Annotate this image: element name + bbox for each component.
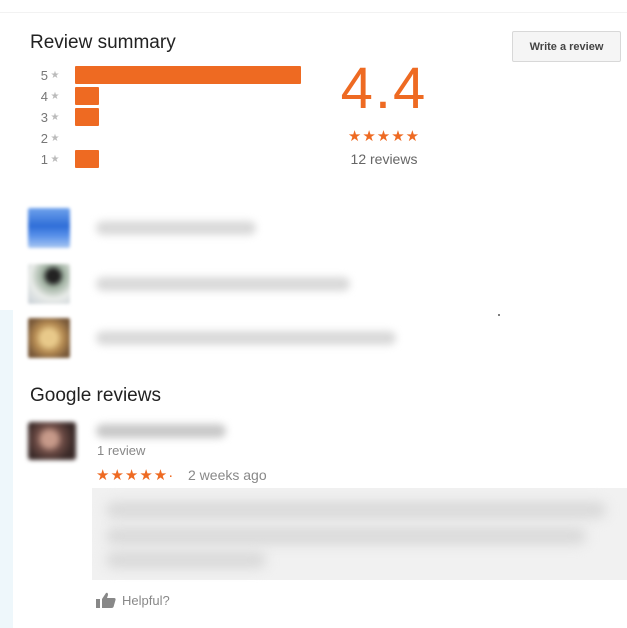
review-text-line (106, 552, 266, 568)
histogram-bar (75, 66, 301, 84)
reviewer-photo-icon (28, 264, 70, 304)
review-date: 2 weeks ago (188, 467, 267, 483)
histogram-star-count: 2 (40, 130, 48, 146)
top-divider (0, 0, 627, 13)
review-snippet[interactable] (28, 264, 350, 304)
snippet-text-blurred (96, 277, 350, 291)
review-text-line (106, 528, 586, 544)
review-text-line (106, 502, 606, 518)
histogram-row-4[interactable]: 4 ★ (38, 86, 99, 106)
review-summary-title: Review summary (30, 32, 176, 53)
histogram-star-count: 3 (40, 109, 48, 125)
average-rating-stars: ★★★★★ (347, 128, 421, 145)
histogram-star-count: 5 (40, 67, 48, 83)
reviewer-review-count: 1 review (97, 443, 146, 458)
star-icon: ★ (50, 69, 60, 81)
reviewer-photo-icon (28, 208, 70, 248)
histogram-star-count: 1 (40, 151, 48, 167)
reviewer-avatar[interactable] (28, 422, 76, 460)
histogram-star-count: 4 (40, 88, 48, 104)
star-icon: ★ (50, 153, 60, 165)
average-rating: 4.4 (340, 56, 428, 121)
snippet-text-blurred (96, 331, 396, 345)
histogram-row-2[interactable]: 2 ★ (38, 128, 75, 148)
histogram-row-1[interactable]: 1 ★ (38, 149, 99, 169)
histogram-bar (75, 150, 99, 168)
reviewer-photo-icon (28, 318, 70, 358)
thumbs-up-icon (96, 592, 116, 608)
star-icon: ★ (50, 90, 60, 102)
review-snippet[interactable] (28, 318, 396, 358)
page: Review summary Write a review 5 ★ 4 ★ 3 ★ 2 ★ 1 ★… (0, 0, 627, 628)
review-text-blurred (92, 488, 627, 580)
star-icon: ★ (50, 111, 60, 123)
stray-dot (498, 314, 500, 316)
helpful-label: Helpful? (122, 592, 170, 608)
google-reviews-title: Google reviews (30, 385, 161, 406)
left-edge-panel (0, 310, 13, 628)
star-icon: ★ (50, 132, 60, 144)
histogram-row-3[interactable]: 3 ★ (38, 107, 99, 127)
histogram-bar (75, 108, 99, 126)
write-review-button[interactable]: Write a review (512, 31, 621, 62)
review-stars: ★★★★★· (96, 467, 175, 484)
histogram-bar (75, 87, 99, 105)
helpful-button[interactable]: Helpful? (96, 592, 170, 608)
review-count-link[interactable]: 12 reviews (334, 151, 434, 167)
histogram-row-5[interactable]: 5 ★ (38, 65, 301, 85)
review-snippet[interactable] (28, 208, 256, 248)
reviewer-name-blurred[interactable] (96, 424, 226, 438)
snippet-text-blurred (96, 221, 256, 235)
